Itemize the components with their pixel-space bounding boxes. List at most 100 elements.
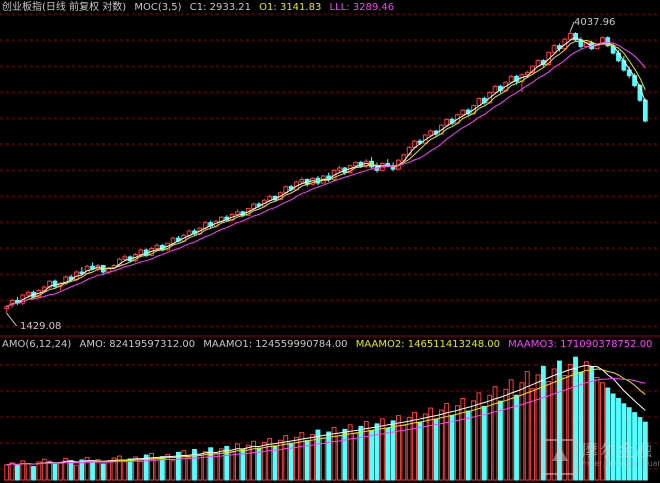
candle [267,195,273,201]
price-indicator: MOC(3,5) [134,2,182,13]
volume-bar [390,420,396,481]
volume-bar [369,430,375,481]
volume-bar [401,424,407,481]
volume-bar [455,405,460,481]
volume-header: AMO(6,12,24) AMO: 82419597312.00 MAAMO1:… [2,339,657,351]
stock-chart [0,13,660,481]
candle [299,179,305,183]
volume-bar [363,421,369,481]
candle [460,109,466,116]
volume-bar [202,451,208,481]
volume-bar [530,388,536,481]
high-label: 4037.96 [574,17,616,28]
volume-bar [503,388,509,481]
price-o1: O1: 3141.83 [259,2,322,13]
candle [567,33,573,40]
candle [508,75,514,83]
volume-bar [358,425,364,481]
candle [251,203,256,210]
volume-bar [519,382,525,481]
candle [138,249,144,256]
volume-bar [465,410,471,481]
volume-bar [127,458,133,481]
watermark: 摩尔金融 moer.jinrongbaguanv.com [542,437,660,475]
volume-bar [4,464,10,481]
volume-bar [36,461,42,481]
volume-bar [331,426,337,481]
price-header: 创业板指(日线 前复权 对数) MOC(3,5) C1: 2933.21 O1:… [2,2,399,14]
candle [492,85,498,93]
candle [25,291,31,296]
watermark-url: moer.jinrongbaguanv.com [582,459,660,468]
volume-bar [170,459,176,481]
volume-bar [95,459,101,481]
candle [621,60,627,71]
volume-bar [90,461,95,481]
volume-bar [449,414,455,481]
volume-bar [57,462,63,481]
volume-bar [294,436,299,481]
candle [551,45,557,53]
volume-bar [326,431,332,481]
volume-bar [315,429,321,481]
candle [428,130,434,136]
candle [4,306,10,310]
volume-bar [122,460,128,481]
watermark-logo-icon [542,439,578,475]
candle [337,167,342,171]
volume-bar [197,454,203,481]
low-marker-line [6,313,18,327]
candle [353,161,358,167]
volume-bar [186,456,192,481]
volume-bar [428,407,434,481]
watermark-text: 摩尔金融 [582,441,655,460]
volume-amo: AMO: 82419597312.00 [79,339,196,350]
volume-maamo2: MAAMO2: 146511413248.00 [355,339,500,350]
volume-bar [47,460,53,481]
volume-bar [385,427,391,481]
chart-stage: 创业板指(日线 前复权 对数) MOC(3,5) C1: 2933.21 O1:… [0,0,660,483]
volume-bar [116,455,122,481]
volume-bar [100,463,106,481]
volume-bar [336,435,342,481]
volume-bar [272,445,278,481]
volume-bar [310,434,316,481]
volume-bar [374,423,380,481]
volume-bar [460,398,466,481]
price-lll: LLL: 3289.46 [329,2,395,13]
volume-bar [138,461,144,481]
candle [573,33,578,41]
candle [122,256,128,260]
volume-bar [213,453,219,481]
volume-bar [433,418,439,481]
volume-bar [74,464,79,481]
volume-bar [52,463,58,481]
volume-bar [417,422,423,481]
candle [444,118,450,126]
volume-bar [304,440,310,481]
volume-maamo1: MAAMO1: 124559990784.00 [203,339,348,350]
candle [154,244,160,249]
price-c1: C1: 2933.21 [189,2,251,13]
low-label: 1429.08 [20,321,62,332]
volume-bar [471,400,477,481]
volume-bar [535,374,541,481]
volume-bar [25,463,31,481]
volume-bar [14,465,20,481]
volume-bar [422,413,428,481]
volume-bar [9,462,15,481]
volume-bar [31,466,36,481]
volume-bar [444,402,450,481]
volume-bar [353,433,358,481]
volume-bar [342,428,348,481]
volume-bar [476,392,482,481]
volume-bar [106,460,112,481]
volume-bar [320,437,326,481]
volume-bar [68,460,74,481]
volume-title: AMO(6,12,24) [2,339,72,350]
price-title: 创业板指(日线 前复权 对数) [2,2,127,13]
volume-bar [224,445,230,481]
volume-bar [154,458,160,481]
candle [235,211,240,216]
volume-bar [508,379,514,481]
